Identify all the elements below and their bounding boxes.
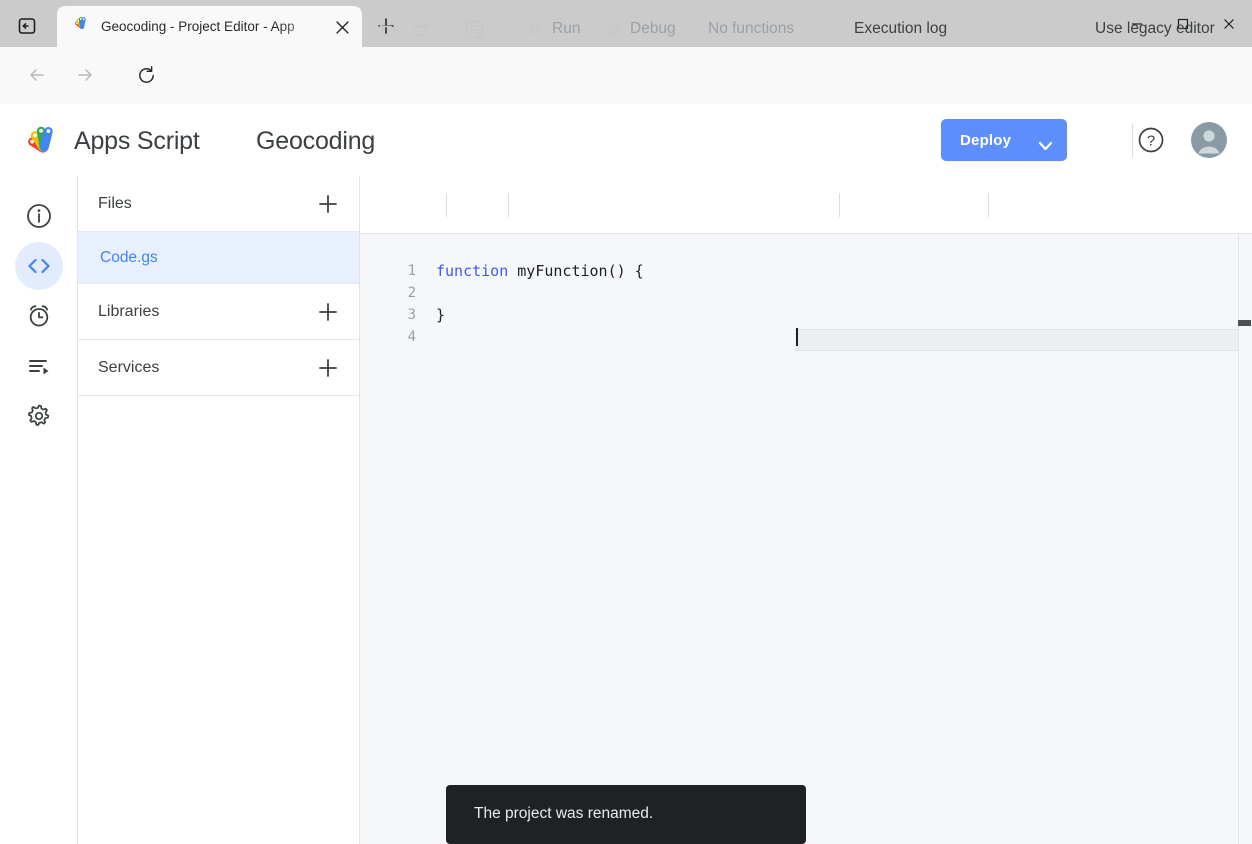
app-brand-name[interactable]: Apps Script (74, 124, 200, 158)
run-label: Run (552, 20, 581, 37)
deploy-button-label: Deploy (960, 131, 1012, 149)
browser-window: Geocoding - Project Editor - App Apps Sc… (0, 0, 1252, 844)
scrollbar-thumb[interactable] (1238, 320, 1251, 326)
undo-icon[interactable] (376, 14, 398, 44)
active-line-highlight (795, 329, 1252, 351)
header-divider (1132, 124, 1133, 157)
text-caret (796, 328, 798, 346)
use-legacy-editor-link[interactable]: Use legacy editor (1095, 14, 1215, 44)
add-service-button[interactable] (314, 354, 342, 382)
toolbar-divider (508, 193, 509, 217)
help-question-icon[interactable]: ? (1137, 126, 1165, 154)
editor-vertical-scrollbar[interactable] (1238, 234, 1252, 844)
files-section-header: Files (78, 176, 359, 232)
debug-button[interactable]: Debug (605, 14, 676, 44)
left-nav-rail (0, 176, 78, 844)
sidebar-item-settings[interactable] (15, 392, 63, 440)
toolbar-divider (839, 193, 840, 217)
add-library-button[interactable] (314, 298, 342, 326)
editor-toolbar (360, 176, 1252, 234)
alarm-clock-icon (29, 305, 49, 327)
deploy-button[interactable]: Deploy (941, 119, 1067, 161)
add-file-button[interactable] (314, 190, 342, 218)
execution-log-tab[interactable]: Execution log (854, 14, 947, 44)
apps-script-favicon (73, 17, 91, 35)
info-circle-icon (27, 204, 51, 228)
line-number: 2 (407, 285, 416, 301)
function-select[interactable]: No functions (708, 14, 794, 44)
files-panel: Files Code.gs Libraries Services (78, 176, 360, 844)
run-play-icon (528, 21, 544, 37)
toolbar-divider (446, 193, 447, 217)
debug-label: Debug (630, 20, 676, 37)
services-section-header: Services (78, 340, 359, 396)
toolbar-divider (988, 193, 989, 217)
run-button[interactable]: Run (528, 14, 580, 44)
account-avatar[interactable] (1191, 122, 1227, 158)
line-number: 1 (407, 263, 416, 279)
save-floppy-icon[interactable] (463, 14, 486, 44)
apps-script-logo-icon[interactable] (22, 122, 66, 160)
line-number: 3 (407, 307, 416, 323)
sidebar-item-executions[interactable] (15, 342, 63, 390)
files-section-title: Files (98, 195, 132, 212)
back-arrow-icon[interactable] (21, 59, 53, 91)
sidebar-item-triggers[interactable] (15, 292, 63, 340)
redo-icon[interactable] (410, 14, 432, 44)
code-keyword: function (436, 262, 509, 280)
forward-arrow-icon[interactable] (69, 59, 101, 91)
sidebar-item-overview[interactable] (15, 192, 63, 240)
code-editor[interactable]: 1 2 3 4 function myFunction() { } (360, 234, 1252, 844)
chevron-down-icon (1038, 137, 1053, 155)
gear-icon (28, 404, 50, 426)
services-section-title: Services (98, 359, 160, 376)
sidebar-item-editor[interactable] (15, 242, 63, 290)
svg-text:?: ? (1147, 133, 1155, 150)
list-item[interactable]: Code.gs (78, 232, 359, 284)
executions-list-play-icon (29, 360, 49, 375)
libraries-section-header: Libraries (78, 284, 359, 340)
code-brackets-icon (28, 258, 50, 274)
browser-toolbar: https://script.google.com/u/0/home/proje… (0, 47, 1252, 140)
close-icon[interactable] (332, 17, 352, 37)
browser-tab[interactable]: Geocoding - Project Editor - App (57, 6, 362, 47)
code-line: } (436, 306, 446, 324)
libraries-section-title: Libraries (98, 303, 160, 320)
sidebar-toggle-icon[interactable] (13, 13, 41, 39)
file-name-label: Code.gs (100, 249, 158, 266)
debug-icon (605, 21, 622, 38)
code-text: myFunction() { (508, 262, 644, 280)
page-title[interactable]: Geocoding (256, 124, 375, 158)
toast-notification: The project was renamed. (446, 785, 806, 844)
browser-tab-title: Geocoding - Project Editor - App (101, 19, 295, 34)
reload-icon[interactable] (130, 59, 162, 91)
code-line: function myFunction() { (436, 260, 644, 282)
toast-message: The project was renamed. (474, 805, 654, 822)
line-number: 4 (407, 329, 416, 345)
